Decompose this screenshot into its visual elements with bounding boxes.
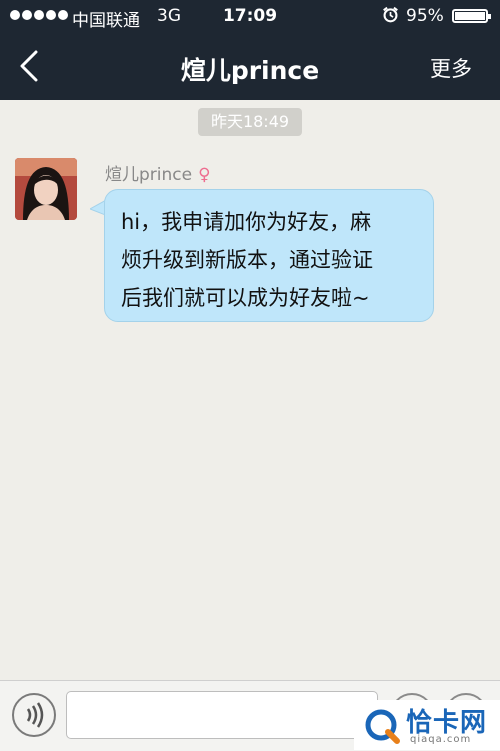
- watermark: 恰卡网 qiaqa.com: [354, 700, 500, 750]
- navigation-bar: 煊儿prince 更多: [0, 32, 500, 100]
- voice-icon: [26, 702, 44, 728]
- message-timestamp: 昨天18:49: [198, 108, 302, 136]
- status-bar: 中国联通 3G 17:09 95%: [0, 0, 500, 32]
- more-button[interactable]: 更多: [430, 53, 472, 83]
- message-line: 烦升级到新版本，通过验证: [121, 248, 373, 272]
- battery-icon: [452, 9, 491, 23]
- avatar[interactable]: [15, 158, 77, 220]
- sender-name: 煊儿prince ♀: [105, 160, 211, 185]
- page-title: 煊儿prince: [180, 56, 320, 85]
- alarm-icon: [383, 6, 398, 23]
- sender-label: 煊儿prince: [105, 165, 193, 185]
- voice-input-button[interactable]: [12, 693, 56, 737]
- message-input[interactable]: [66, 691, 378, 739]
- battery-percent: 95%: [406, 6, 444, 26]
- message-line: hi，我申请加你为好友，麻: [121, 210, 372, 234]
- message-line: 后我们就可以成为好友啦~: [121, 286, 370, 310]
- watermark-url: qiaqa.com: [410, 734, 472, 745]
- watermark-logo-icon: [365, 709, 400, 744]
- female-gender-icon: ♀: [198, 165, 211, 185]
- message-bubble[interactable]: hi，我申请加你为好友，麻 烦升级到新版本，通过验证 后我们就可以成为好友啦~: [104, 189, 434, 322]
